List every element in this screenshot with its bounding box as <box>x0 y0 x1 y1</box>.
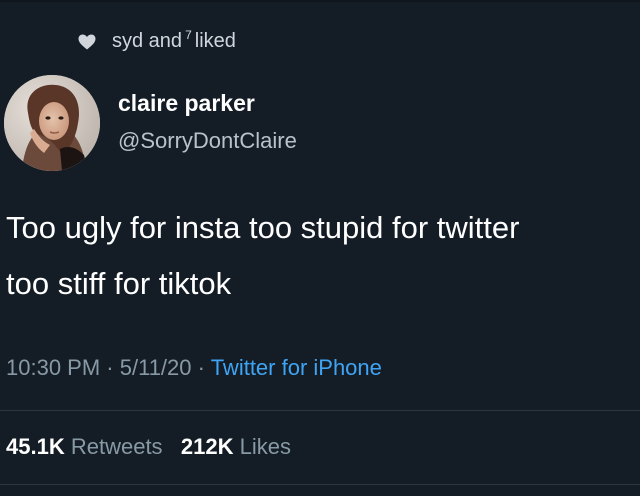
tweet-stats: 45.1K Retweets 212K Likes <box>6 434 291 460</box>
divider <box>0 410 640 411</box>
tweet-date[interactable]: 5/11/20 <box>120 355 192 380</box>
tweet-meta: 10:30 PM · 5/11/20 · Twitter for iPhone <box>6 355 382 381</box>
divider <box>0 484 640 485</box>
tweet-text-line: Too ugly for insta too stupid for twitte… <box>6 210 520 245</box>
author-handle[interactable]: @SorryDontClaire <box>118 128 297 154</box>
meta-separator: · <box>197 355 205 380</box>
likes-stat[interactable]: 212K Likes <box>181 434 291 459</box>
tweet-text-line: too stiff for tiktok <box>6 266 232 301</box>
heart-icon <box>78 33 96 50</box>
social-context[interactable]: syd and 7 liked <box>78 27 236 55</box>
meta-separator: · <box>106 355 114 380</box>
social-context-action: liked <box>194 29 236 52</box>
avatar[interactable] <box>4 75 100 171</box>
retweets-stat[interactable]: 45.1K Retweets <box>6 434 169 459</box>
author-display-name[interactable]: claire parker <box>118 90 255 117</box>
retweets-label: Retweets <box>70 434 163 459</box>
tweet-time[interactable]: 10:30 PM <box>6 355 100 380</box>
retweets-count: 45.1K <box>6 434 65 459</box>
social-context-count: 7 <box>185 28 192 42</box>
likes-label: Likes <box>239 434 291 459</box>
tweet-text: Too ugly for insta too stupid for twitte… <box>6 200 638 312</box>
top-divider <box>0 0 640 2</box>
social-context-names: syd and <box>112 29 183 52</box>
tweet-source-link[interactable]: Twitter for iPhone <box>211 355 382 380</box>
likes-count: 212K <box>180 434 234 459</box>
